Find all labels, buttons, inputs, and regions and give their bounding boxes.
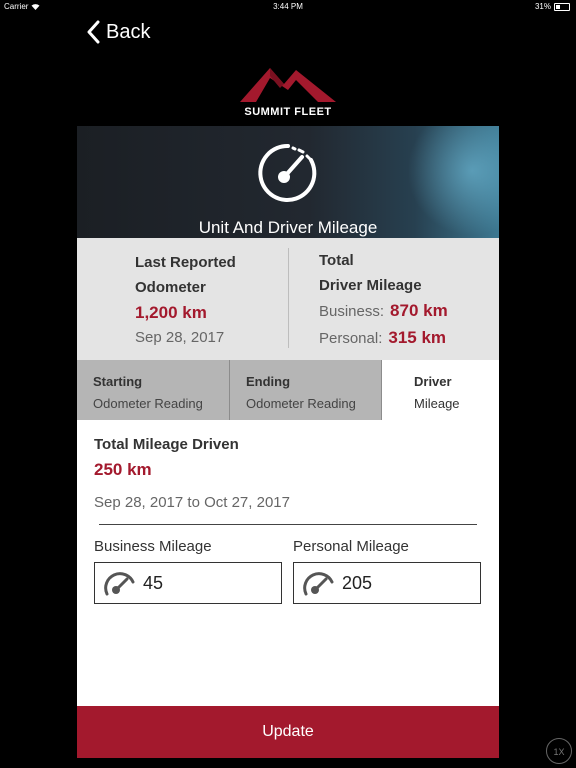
section-divider	[99, 524, 477, 525]
business-mileage-label: Business Mileage	[94, 538, 212, 555]
summit-fleet-logo: SUMMIT FLEET	[232, 64, 344, 120]
total-mileage-value: 250 km	[94, 460, 152, 479]
odometer-label-line2: Odometer	[135, 279, 206, 296]
business-summary-label: Business:	[319, 303, 385, 320]
date-range: Sep 28, 2017 to Oct 27, 2017	[94, 494, 290, 511]
mileage-card: Unit And Driver Mileage Last Reported Od…	[77, 126, 499, 758]
banner: Unit And Driver Mileage	[77, 126, 499, 238]
speedometer-icon	[303, 572, 334, 596]
business-summary-value: 870 km	[390, 301, 448, 320]
clock: 3:44 PM	[273, 2, 303, 11]
chevron-left-icon	[87, 20, 100, 44]
odometer-date: Sep 28, 2017	[135, 329, 225, 346]
personal-mileage-label: Personal Mileage	[293, 538, 409, 555]
banner-title: Unit And Driver Mileage	[198, 218, 378, 237]
odometer-summary: Last Reported Odometer 1,200 km Sep 28, …	[135, 250, 236, 351]
battery-indicator: 31%	[535, 2, 570, 11]
personal-mileage-field[interactable]: 205	[293, 562, 481, 604]
odometer-label-line1: Last Reported	[135, 254, 236, 271]
personal-summary-value: 315 km	[388, 328, 447, 347]
mileage-summary: Last Reported Odometer 1,200 km Sep 28, …	[77, 238, 499, 360]
driver-label-line1: Total	[319, 252, 354, 269]
personal-summary-label: Personal:	[319, 330, 383, 347]
odometer-value: 1,200 km	[135, 303, 207, 322]
battery-percent: 31%	[534, 2, 551, 11]
summary-divider	[288, 248, 289, 348]
zoom-button[interactable]: 1X	[546, 738, 572, 764]
update-button[interactable]: Update	[77, 706, 499, 758]
personal-mileage-input[interactable]: 205	[342, 573, 372, 594]
back-label: Back	[106, 20, 151, 43]
business-mileage-field[interactable]: 45	[94, 562, 282, 604]
personal-summary-row: Personal: 315 km	[319, 325, 448, 352]
mountain-logo-icon	[240, 68, 336, 102]
driver-label-line2: Driver Mileage	[319, 277, 422, 294]
driver-mileage-summary: Total Driver Mileage Business: 870 km Pe…	[319, 248, 448, 352]
total-mileage-label: Total Mileage Driven	[94, 436, 239, 453]
reading-tabs: Starting Odometer Reading Ending Odomete…	[77, 360, 499, 420]
business-summary-row: Business: 870 km	[319, 298, 448, 325]
status-bar: Carrier 3:44 PM 31%	[0, 0, 576, 14]
tab-starting-odometer[interactable]: Starting Odometer Reading	[77, 360, 230, 420]
speedometer-icon	[258, 143, 317, 202]
tab-driver-mileage[interactable]: Driver Mileage	[382, 360, 499, 420]
battery-icon	[554, 2, 570, 11]
tab-ending-odometer[interactable]: Ending Odometer Reading	[230, 360, 382, 420]
business-mileage-input[interactable]: 45	[143, 573, 163, 594]
logo-text: SUMMIT FLEET	[244, 106, 332, 118]
back-button[interactable]: Back	[86, 20, 150, 44]
speedometer-icon	[104, 572, 135, 596]
